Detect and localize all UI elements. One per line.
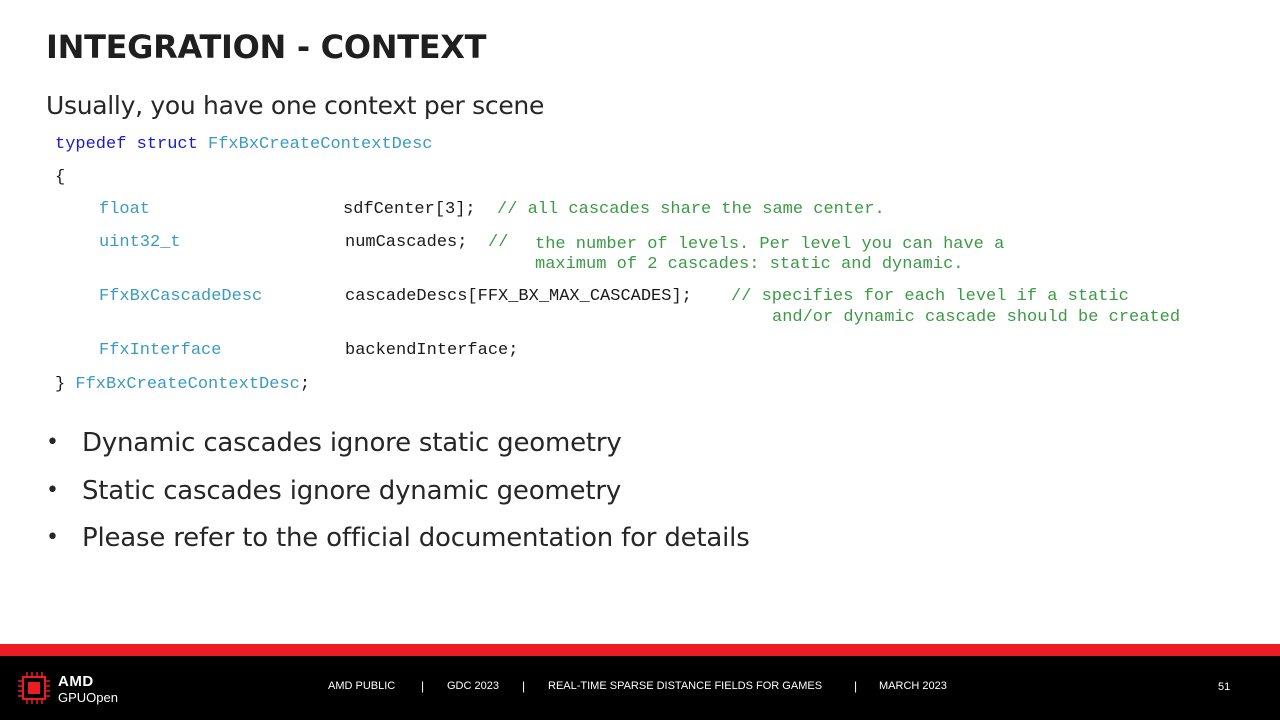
bullet-text: Please refer to the official documentati… [82, 523, 750, 553]
footer-talk-title: REAL-TIME SPARSE DISTANCE FIELDS FOR GAM… [548, 680, 823, 692]
code-semicolon: ; [299, 375, 311, 394]
footer: AMD GPUOpen AMD PUBLIC | GDC 2023 | REAL… [0, 656, 1280, 720]
logo-amd: AMD [58, 673, 94, 690]
page-number: 51 [1218, 681, 1231, 693]
footer-separator: | [522, 679, 526, 693]
code-open-brace: { [55, 168, 66, 187]
code-field-name: sdfCenter[3]; [343, 200, 476, 219]
logo-gpuopen: GPUOpen [58, 690, 118, 705]
bullet-item: • Please refer to the official documentat… [46, 518, 750, 566]
bullet-icon: • [46, 525, 59, 550]
code-field-type: FfxBxCascadeDesc [99, 287, 263, 306]
footer-separator: | [421, 679, 425, 693]
code-comment: the number of levels. Per level you can … [535, 235, 1005, 254]
footer-classification: AMD PUBLIC [328, 680, 396, 692]
code-struct-name: FfxBxCreateContextDesc [208, 135, 433, 154]
bullet-icon: • [46, 477, 59, 503]
footer-event: GDC 2023 [447, 680, 499, 692]
bullet-icon: • [46, 430, 59, 455]
footer-separator: | [854, 679, 858, 693]
bullet-item: • Static cascades ignore dynamic geometry [46, 471, 750, 519]
code-comment-marker: // [488, 233, 509, 252]
code-field-type: uint32_t [99, 233, 181, 252]
code-field-type: FfxInterface [99, 341, 222, 360]
bullet-item: • Dynamic cascades ignore static geometry [46, 423, 750, 471]
bullet-list: • Dynamic cascades ignore static geometry… [46, 423, 750, 566]
bullet-text: Static cascades ignore dynamic geometry [82, 475, 622, 506]
chip-icon [18, 672, 50, 704]
code-comment: maximum of 2 cascades: static and dynami… [535, 255, 964, 274]
slide-subtitle: Usually, you have one context per scene [46, 91, 545, 120]
bullet-text: Dynamic cascades ignore static geometry [82, 428, 622, 458]
code-keyword: typedef struct [55, 135, 198, 154]
code-close-brace: } [55, 375, 66, 394]
code-struct-name: FfxBxCreateContextDesc [75, 375, 300, 394]
code-line-typedef: typedef struct FfxBxCreateContextDesc [55, 134, 432, 155]
code-field-type: float [99, 200, 151, 219]
code-comment: // specifies for each level if a static [731, 287, 1129, 306]
code-line-close: } FfxBxCreateContextDesc; [55, 374, 310, 395]
accent-bar [0, 644, 1280, 656]
code-comment: // all cascades share the same center. [497, 200, 885, 219]
code-field-name: backendInterface; [345, 341, 519, 360]
slide-title: INTEGRATION - CONTEXT [46, 28, 487, 66]
code-field-name: cascadeDescs[FFX_BX_MAX_CASCADES]; [345, 287, 692, 306]
code-field-name: numCascades; [345, 233, 468, 252]
code-comment: and/or dynamic cascade should be created [772, 308, 1181, 327]
footer-date: MARCH 2023 [879, 680, 947, 692]
